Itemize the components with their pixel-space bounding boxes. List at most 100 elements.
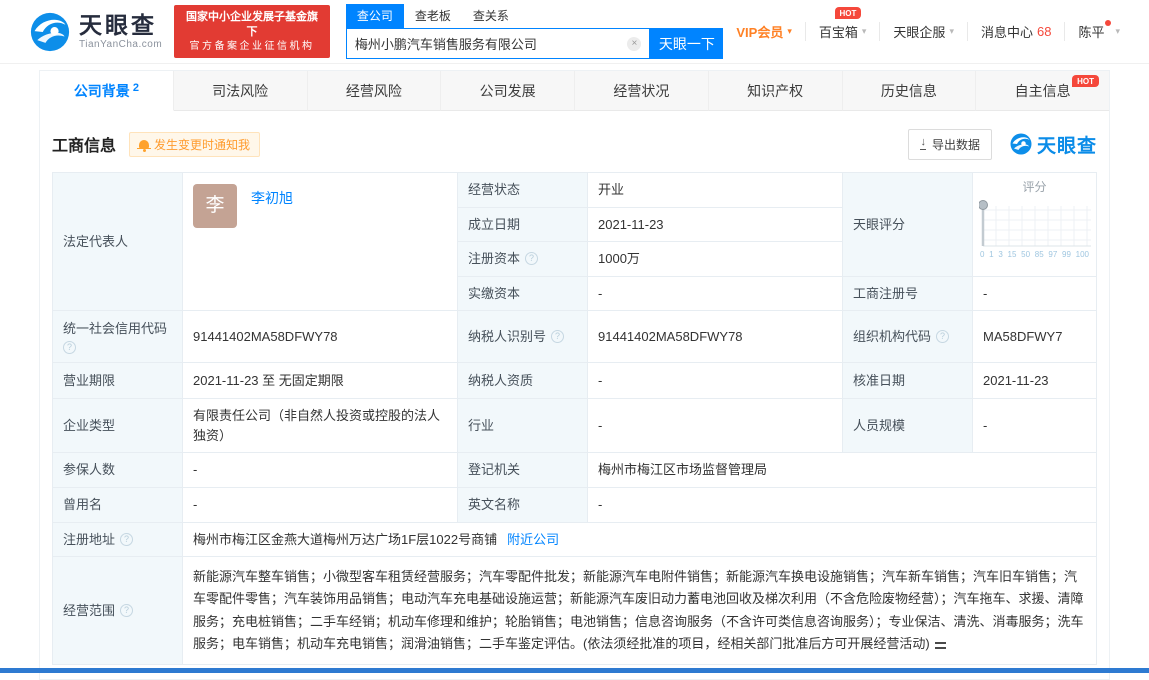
logo-title: 天眼查 <box>79 12 157 39</box>
collapse-text-icon[interactable] <box>934 642 946 650</box>
field-value-business-scope: 新能源汽车整车销售；小微型客车租赁经营服务；汽车零配件批发；新能源汽车电附件销售… <box>183 557 1097 666</box>
field-label-credit-code: 统一社会信用代码 ? <box>53 311 183 363</box>
section-title: 工商信息 <box>52 138 117 155</box>
field-value-credit-code: 91441402MA58DFWY78 <box>183 311 458 363</box>
message-count-badge: 68 <box>1036 24 1052 39</box>
help-icon[interactable]: ? <box>551 330 565 343</box>
field-value-established: 2021-11-23 <box>588 207 843 242</box>
download-icon: ↓ <box>920 136 926 150</box>
help-icon[interactable]: ? <box>120 532 134 546</box>
tab-operating-status[interactable]: 经营状况 <box>575 71 709 111</box>
menu-toolbox[interactable]: HOT 百宝箱 ▾ <box>804 7 880 41</box>
help-icon[interactable]: ? <box>525 252 539 266</box>
search-area: 查公司 查老板 查关系 × 天眼一下 <box>345 4 724 59</box>
field-label-paid-in-capital: 实缴资本 <box>458 276 588 311</box>
company-detail-card: 公司背景 2 司法风险 经营风险 公司发展 经营状况 知识产权 历史信息 自主信… <box>39 70 1110 680</box>
field-value-industry: - <box>588 399 843 453</box>
field-label-industry: 行业 <box>458 399 588 453</box>
footer-top-strip <box>0 668 1149 673</box>
search-input-wrap: × <box>345 28 651 59</box>
field-label-taxpayer-qualification: 纳税人资质 <box>458 363 588 399</box>
tab-intellectual-property[interactable]: 知识产权 <box>708 71 843 111</box>
search-button[interactable]: 天眼一下 <box>650 28 724 59</box>
tianyancha-brand-icon <box>1010 133 1032 155</box>
help-icon[interactable]: ? <box>120 604 134 618</box>
search-tab-boss[interactable]: 查老板 <box>404 4 462 28</box>
field-value-legal-rep: 李 李初旭 <box>183 173 458 311</box>
search-tab-relations[interactable]: 查关系 <box>462 4 520 28</box>
chevron-down-icon: ▾ <box>1115 26 1120 36</box>
legal-rep-name-link[interactable]: 李初旭 <box>251 188 293 209</box>
score-gauge-icon <box>979 200 1091 247</box>
field-value-organization-code: MA58DFWY7 <box>973 311 1097 363</box>
tab-judicial-risk[interactable]: 司法风险 <box>173 71 308 111</box>
logo-domain: TianYanCha.com <box>79 38 163 50</box>
field-value-registration-authority: 梅州市梅江区市场监督管理局 <box>588 453 1097 488</box>
business-info-section: 工商信息 发生变更时通知我 ↓ 导出数据 天眼查 法定代表人 李 李初旭 经营状… <box>40 111 1109 679</box>
legal-rep-avatar[interactable]: 李 <box>193 184 237 228</box>
field-label-registration-number: 工商注册号 <box>843 276 973 311</box>
menu-message-center[interactable]: 消息中心 68 <box>966 22 1064 41</box>
field-value-status: 开业 <box>588 173 843 208</box>
gov-certification-badge: 国家中小企业发展子基金旗下 官方备案企业征信机构 <box>174 4 330 59</box>
field-value-taxpayer-id: 91441402MA58DFWY78 <box>588 311 843 363</box>
menu-enterprise-service[interactable]: 天眼企服 ▾ <box>879 22 967 41</box>
chevron-down-icon: ▾ <box>861 26 867 36</box>
search-tabs: 查公司 查老板 查关系 <box>345 4 724 28</box>
field-value-company-type: 有限责任公司（非自然人投资或控股的法人独资） <box>183 399 458 453</box>
tab-operating-risk[interactable]: 经营风险 <box>307 71 442 111</box>
chevron-down-icon: ▾ <box>949 26 954 36</box>
tab-count-badge: 2 <box>132 81 139 94</box>
field-value-former-name: - <box>183 488 458 523</box>
field-value-registration-number: - <box>973 276 1097 311</box>
clear-search-icon[interactable]: × <box>627 36 642 51</box>
menu-vip[interactable]: VIP会员 ▾ <box>723 22 805 41</box>
chevron-down-icon: ▾ <box>787 26 792 36</box>
field-value-approval-date: 2021-11-23 <box>973 363 1097 399</box>
field-label-former-name: 曾用名 <box>53 488 183 523</box>
field-label-insured-staff: 参保人数 <box>53 453 183 488</box>
field-value-english-name: - <box>588 488 1097 523</box>
tab-company-background[interactable]: 公司背景 2 <box>40 71 174 111</box>
field-label-registration-authority: 登记机关 <box>458 453 588 488</box>
field-label-registered-address: 注册地址 ? <box>53 522 183 557</box>
top-header: 天眼查 TianYanCha.com 国家中小企业发展子基金旗下 官方备案企业征… <box>0 0 1149 64</box>
hot-badge: HOT <box>1072 75 1099 87</box>
tianyancha-logo[interactable]: 天眼查 TianYanCha.com <box>30 12 162 52</box>
field-value-paid-in-capital: - <box>588 276 843 311</box>
field-label-company-type: 企业类型 <box>53 399 183 453</box>
hot-badge: HOT <box>834 7 862 19</box>
top-menu: VIP会员 ▾ HOT 百宝箱 ▾ 天眼企服 ▾ 消息中心 68 陈平 ▾ <box>723 7 1149 41</box>
field-label-organization-code: 组织机构代码 ? <box>843 311 973 363</box>
notify-on-change-button[interactable]: 发生变更时通知我 <box>129 131 261 157</box>
field-label-staff-size: 人员规模 <box>843 399 973 453</box>
bell-icon <box>137 140 152 152</box>
help-icon[interactable]: ? <box>63 341 76 355</box>
notification-dot <box>1105 20 1112 26</box>
tab-self-info[interactable]: 自主信息 HOT <box>976 71 1109 111</box>
search-input[interactable] <box>354 36 628 51</box>
menu-user[interactable]: 陈平 ▾ <box>1064 20 1133 41</box>
field-value-registered-capital: 1000万 <box>588 242 843 277</box>
score-axis-ticks: 01 3 15 50 85 97 99 100 <box>980 250 1089 259</box>
tianyan-score-chart: 评分 0 1 3 15 50 85 97 99 100 <box>973 173 1097 277</box>
field-value-staff-size: - <box>973 399 1097 453</box>
help-icon[interactable]: ? <box>936 330 950 343</box>
business-info-table: 法定代表人 李 李初旭 经营状态 开业 成立日期 2021-11-23 注册资本… <box>52 172 1097 666</box>
company-nav-tabs: 公司背景 2 司法风险 经营风险 公司发展 经营状况 知识产权 历史信息 自主信… <box>40 71 1109 111</box>
tab-company-development[interactable]: 公司发展 <box>441 71 575 111</box>
field-label-english-name: 英文名称 <box>458 488 588 523</box>
brand-watermark[interactable]: 天眼查 <box>1010 131 1097 158</box>
search-tab-company[interactable]: 查公司 <box>345 4 404 28</box>
field-label-taxpayer-id: 纳税人识别号 ? <box>458 311 588 363</box>
field-label-established: 成立日期 <box>458 207 588 242</box>
nearby-companies-link[interactable]: 附近公司 <box>507 530 559 550</box>
field-value-insured-staff: - <box>183 453 458 488</box>
brand-text: 天眼查 <box>1036 135 1097 157</box>
field-label-status: 经营状态 <box>458 173 588 208</box>
export-data-button[interactable]: ↓ 导出数据 <box>908 128 992 160</box>
field-label-business-term: 营业期限 <box>53 363 183 399</box>
field-label-approval-date: 核准日期 <box>843 363 973 399</box>
tab-history-info[interactable]: 历史信息 <box>842 71 977 111</box>
gov-badge-line2: 官方备案企业征信机构 <box>189 40 315 52</box>
